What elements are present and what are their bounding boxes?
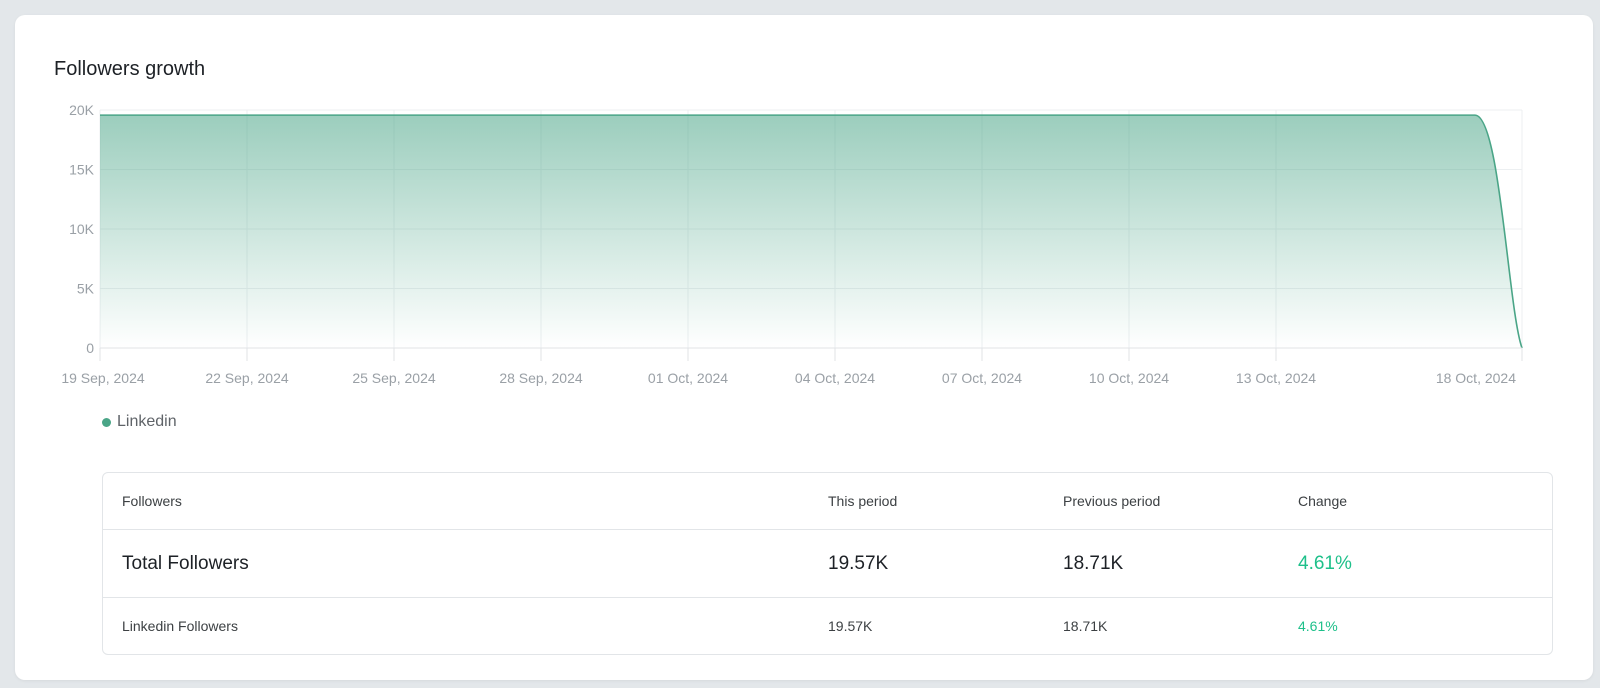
row-label: Total Followers <box>122 552 249 574</box>
x-tick-label: 28 Sep, 2024 <box>499 370 583 386</box>
x-tick-label: 07 Oct, 2024 <box>942 370 1022 386</box>
x-tick-label: 04 Oct, 2024 <box>795 370 875 386</box>
this-period-value: 19.57K <box>828 552 889 574</box>
area-fill-linkedin <box>100 115 1522 348</box>
x-tick-label: 19 Sep, 2024 <box>61 370 145 386</box>
y-tick-label: 5K <box>77 281 95 297</box>
row-label: Linkedin Followers <box>122 618 238 634</box>
previous-period-value: 18.71K <box>1063 618 1108 634</box>
y-tick-label: 0 <box>86 340 94 356</box>
y-tick-label: 10K <box>69 221 95 237</box>
change-value: 4.61% <box>1298 618 1338 634</box>
followers-stats-table: Followers This period Previous period Ch… <box>102 472 1553 655</box>
y-tick-label: 15K <box>69 162 95 178</box>
legend-dot-linkedin <box>102 417 111 427</box>
x-tick-label: 25 Sep, 2024 <box>352 370 436 386</box>
y-tick-label: 20K <box>69 102 95 118</box>
legend-label-linkedin: Linkedin <box>117 413 177 430</box>
table-header-this-period: This period <box>828 493 898 509</box>
x-tick-label: 18 Oct, 2024 <box>1436 370 1516 386</box>
previous-period-value: 18.71K <box>1063 552 1124 574</box>
change-value: 4.61% <box>1298 552 1352 574</box>
table-header-change: Change <box>1298 493 1348 509</box>
this-period-value: 19.57K <box>828 618 873 634</box>
followers-growth-chart: 0 5K 10K 15K 20K 19 Sep, 2024 22 Sep, 2024 25 S… <box>61 102 1523 386</box>
table-header-followers: Followers <box>122 493 182 509</box>
table-header-previous-period: Previous period <box>1063 493 1161 509</box>
x-tick-label: 01 Oct, 2024 <box>648 370 728 386</box>
table-row-linkedin-followers: Linkedin Followers 19.57K 18.71K 4.61% <box>103 598 1552 654</box>
table-header-row: Followers This period Previous period Ch… <box>103 473 1552 530</box>
x-tick-label: 22 Sep, 2024 <box>205 370 289 386</box>
table-row-total-followers: Total Followers 19.57K 18.71K 4.61% <box>103 530 1552 598</box>
chart-legend[interactable]: Linkedin <box>102 413 177 431</box>
x-tick-label: 13 Oct, 2024 <box>1236 370 1316 386</box>
chart-area <box>100 114 1523 349</box>
x-tick-label: 10 Oct, 2024 <box>1089 370 1169 386</box>
